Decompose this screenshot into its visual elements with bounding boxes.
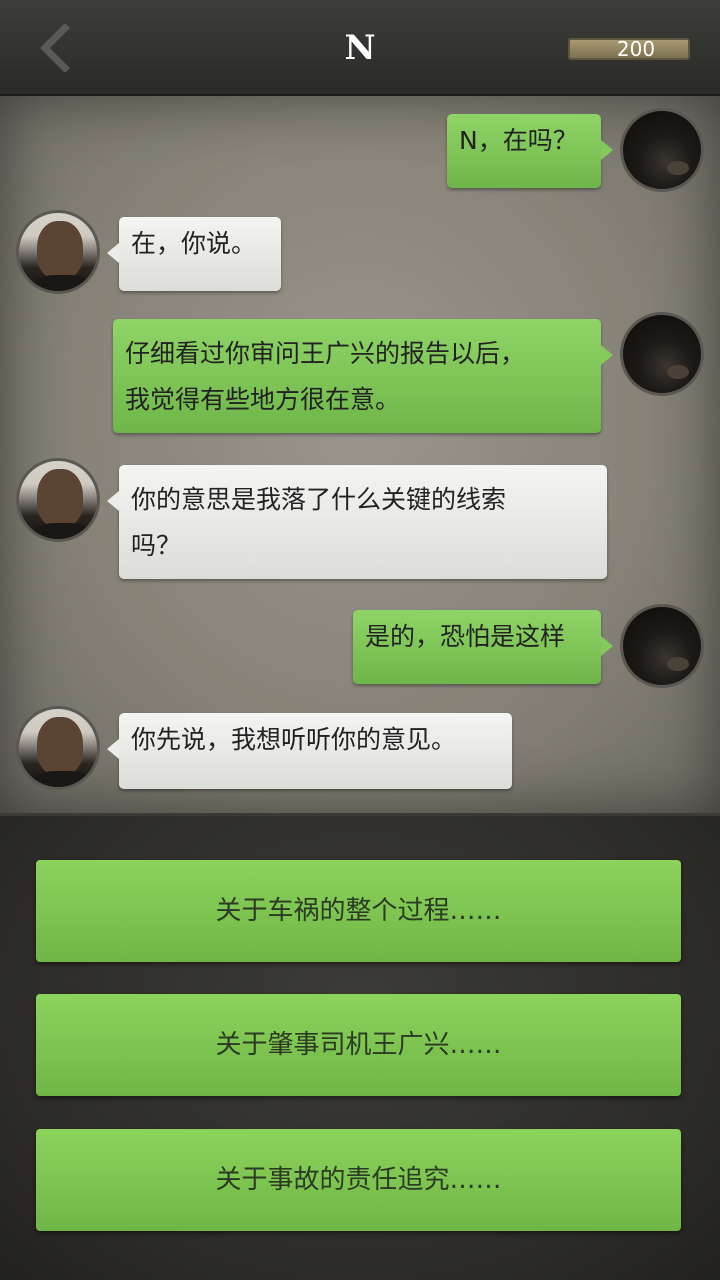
avatar-n[interactable] <box>620 604 704 688</box>
message-line: 你的意思是我落了什么关键的线索 <box>131 485 507 514</box>
outgoing-message: 是的，恐怕是这样 <box>353 610 613 684</box>
incoming-message: 在，你说。 <box>107 217 281 291</box>
message-line: 我觉得有些地方很在意。 <box>125 385 401 414</box>
avatar-player[interactable] <box>16 706 100 790</box>
message-text: 在，你说。 <box>131 229 257 258</box>
avatar-n[interactable] <box>620 108 704 192</box>
message-text: 是的，恐怕是这样 <box>365 622 566 651</box>
avatar-player[interactable] <box>16 210 100 294</box>
incoming-message: 你的意思是我落了什么关键的线索 吗？ <box>107 465 607 579</box>
reply-option-button[interactable]: 关于事故的责任追究…… <box>36 1129 681 1231</box>
avatar-n[interactable] <box>620 312 704 396</box>
message-line: 仔细看过你审问王广兴的报告以后， <box>125 339 526 368</box>
outgoing-message: N，在吗？ <box>447 114 613 188</box>
chat-panel[interactable]: N，在吗？ 在，你说。 仔细看过你审问王广兴的报告以后， 我觉得有些地方很在意。… <box>0 96 720 816</box>
message-text: 你先说，我想听听你的意见。 <box>131 725 457 754</box>
message-line: 吗？ <box>131 531 182 560</box>
avatar-player[interactable] <box>16 458 100 542</box>
top-bar: N 200 <box>0 0 720 96</box>
incoming-message: 你先说，我想听听你的意见。 <box>107 713 512 789</box>
coin-counter: 200 <box>568 38 690 60</box>
reply-option-button[interactable]: 关于肇事司机王广兴…… <box>36 994 681 1096</box>
outgoing-message: 仔细看过你审问王广兴的报告以后， 我觉得有些地方很在意。 <box>113 319 613 433</box>
message-text: N，在吗？ <box>459 126 578 155</box>
reply-options: 关于车祸的整个过程…… 关于肇事司机王广兴…… 关于事故的责任追究…… <box>0 816 720 1280</box>
reply-option-button[interactable]: 关于车祸的整个过程…… <box>36 860 681 962</box>
